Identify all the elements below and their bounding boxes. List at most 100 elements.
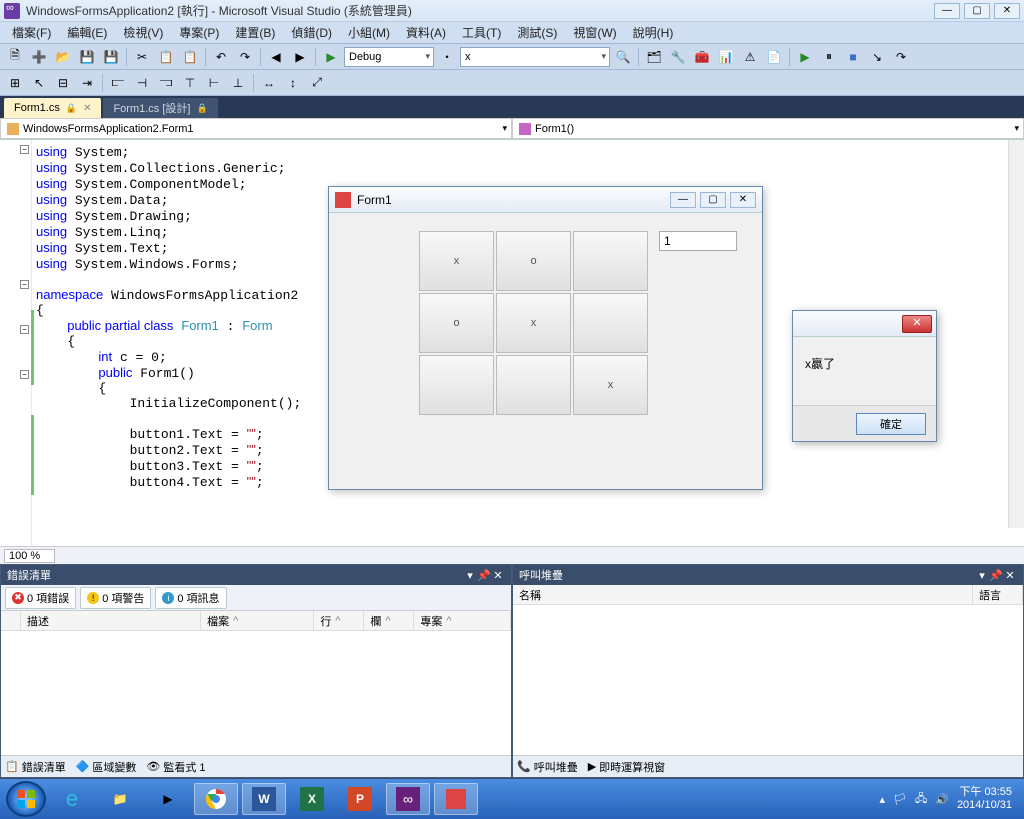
col-line[interactable]: 行 ^ <box>314 611 364 630</box>
vs-taskbar-icon[interactable]: ∞ <box>386 783 430 815</box>
close-tab-button[interactable]: ✕ <box>83 103 91 114</box>
col-desc[interactable]: 描述 <box>21 611 201 630</box>
redo-button[interactable]: ↷ <box>234 46 256 68</box>
tray-network-icon[interactable]: 🖧 <box>915 790 927 809</box>
tray-volume-icon[interactable]: 🔊 <box>935 793 949 806</box>
fold-toggle[interactable]: − <box>20 145 29 154</box>
close-panel-button[interactable]: ✕ <box>491 569 505 582</box>
startup-combo[interactable]: x <box>460 47 610 67</box>
menu-file[interactable]: 檔案(F) <box>4 22 59 43</box>
chrome-icon[interactable] <box>194 783 238 815</box>
member-nav-combo[interactable]: Form1() <box>512 118 1024 139</box>
tool-tab[interactable]: ⇥ <box>76 72 98 94</box>
col-file[interactable]: 檔案 ^ <box>201 611 314 630</box>
align-top-button[interactable]: ⊤ <box>179 72 201 94</box>
start-button[interactable] <box>6 781 46 817</box>
cell-4[interactable]: x <box>496 293 571 353</box>
cell-3[interactable]: o <box>419 293 494 353</box>
col-project[interactable]: 專案 ^ <box>414 611 511 630</box>
form1-window[interactable]: Form1 ― ▢ ✕ x o o x x <box>328 186 763 490</box>
solution-explorer-button[interactable]: 🗂 <box>643 46 665 68</box>
config-combo[interactable]: Debug <box>344 47 434 67</box>
form1-close-button[interactable]: ✕ <box>730 192 756 208</box>
excel-icon[interactable]: X <box>290 783 334 815</box>
powerpoint-icon[interactable]: P <box>338 783 382 815</box>
tool-cursor[interactable]: ↖ <box>28 72 50 94</box>
pin-icon[interactable]: 📌 <box>477 569 491 582</box>
zoom-combo[interactable]: 100 % <box>4 549 55 563</box>
toolbox-button[interactable]: 🧰 <box>691 46 713 68</box>
menu-test[interactable]: 測試(S) <box>509 22 565 43</box>
output-button[interactable]: 📄 <box>763 46 785 68</box>
close-panel-button[interactable]: ✕ <box>1003 569 1017 582</box>
cell-2[interactable] <box>573 231 648 291</box>
find-button[interactable]: 🔍 <box>612 46 634 68</box>
menu-project[interactable]: 專案(P) <box>171 22 227 43</box>
undo-button[interactable]: ↶ <box>210 46 232 68</box>
continue-button[interactable]: ▶ <box>794 46 816 68</box>
warnings-filter-button[interactable]: !0 項警告 <box>80 587 151 609</box>
dropdown-icon[interactable]: ▾ <box>463 569 477 582</box>
open-button[interactable]: 📂 <box>52 46 74 68</box>
menu-window[interactable]: 視窗(W) <box>565 22 624 43</box>
break-button[interactable]: ⏸ <box>818 46 840 68</box>
app-taskbar-icon[interactable] <box>434 783 478 815</box>
panel-header[interactable]: 錯誤清單 ▾ 📌 ✕ <box>1 565 511 585</box>
msgbox-titlebar[interactable]: ✕ <box>793 311 936 337</box>
col-col[interactable]: 欄 ^ <box>364 611 414 630</box>
ie-icon[interactable]: e <box>50 783 94 815</box>
media-player-icon[interactable]: ▶ <box>146 783 190 815</box>
maximize-button[interactable]: ▢ <box>964 3 990 19</box>
menu-build[interactable]: 建置(B) <box>227 22 283 43</box>
tab-watch[interactable]: 👁 監看式 1 <box>146 759 205 775</box>
col-icon[interactable] <box>1 611 21 630</box>
align-center-button[interactable]: ⊣ <box>131 72 153 94</box>
class-view-button[interactable]: 📊 <box>715 46 737 68</box>
close-button[interactable]: ✕ <box>994 3 1020 19</box>
stop-button[interactable]: ■ <box>842 46 864 68</box>
tool-align[interactable]: ⊞ <box>4 72 26 94</box>
add-item-button[interactable]: ➕ <box>28 46 50 68</box>
cut-button[interactable]: ✂ <box>131 46 153 68</box>
dropdown-icon[interactable]: ▾ <box>975 569 989 582</box>
code-content[interactable]: using System; using System.Collections.G… <box>36 144 301 490</box>
new-project-button[interactable]: 🗎 <box>4 46 26 68</box>
error-table-body[interactable] <box>1 631 511 755</box>
save-button[interactable]: 💾 <box>76 46 98 68</box>
errors-filter-button[interactable]: ✖0 項錯誤 <box>5 587 76 609</box>
properties-button[interactable]: 🔧 <box>667 46 689 68</box>
msgbox-close-button[interactable]: ✕ <box>902 315 932 333</box>
step-over-button[interactable]: ↷ <box>890 46 912 68</box>
tab-form1-cs[interactable]: Form1.cs 🔒 ✕ <box>4 98 101 118</box>
tab-locals[interactable]: 🔷 區域變數 <box>76 759 137 775</box>
cell-7[interactable] <box>496 355 571 415</box>
tab-error-list[interactable]: 📋 錯誤清單 <box>5 759 66 775</box>
pin-icon[interactable]: 📌 <box>989 569 1003 582</box>
col-lang[interactable]: 語言 <box>973 585 1023 604</box>
cell-0[interactable]: x <box>419 231 494 291</box>
tab-immediate[interactable]: ▶ 即時運算視窗 <box>588 759 665 775</box>
form1-minimize-button[interactable]: ― <box>670 192 696 208</box>
form1-textbox[interactable] <box>659 231 737 251</box>
msgbox-ok-button[interactable]: 確定 <box>856 413 926 435</box>
menu-team[interactable]: 小組(M) <box>340 22 398 43</box>
align-right-button[interactable]: ⫎ <box>155 72 177 94</box>
col-name[interactable]: 名稱 <box>513 585 973 604</box>
fold-toggle[interactable]: − <box>20 325 29 334</box>
vertical-scrollbar[interactable] <box>1008 140 1024 528</box>
platform-button[interactable]: ・ <box>436 46 458 68</box>
menu-edit[interactable]: 編輯(E) <box>59 22 115 43</box>
align-bottom-button[interactable]: ⊥ <box>227 72 249 94</box>
size-width-button[interactable]: ↔ <box>258 72 280 94</box>
start-debug-button[interactable]: ▶ <box>320 46 342 68</box>
type-nav-combo[interactable]: WindowsFormsApplication2.Form1 <box>0 118 512 139</box>
tab-callstack[interactable]: 📞 呼叫堆疊 <box>517 759 578 775</box>
minimize-button[interactable]: ― <box>934 3 960 19</box>
menu-debug[interactable]: 偵錯(D) <box>283 22 340 43</box>
tray-flag-icon[interactable]: 🏳 <box>893 793 907 806</box>
callstack-body[interactable] <box>513 605 1023 755</box>
fold-toggle[interactable]: − <box>20 370 29 379</box>
copy-button[interactable]: 📋 <box>155 46 177 68</box>
cell-1[interactable]: o <box>496 231 571 291</box>
explorer-icon[interactable]: 📁 <box>98 783 142 815</box>
